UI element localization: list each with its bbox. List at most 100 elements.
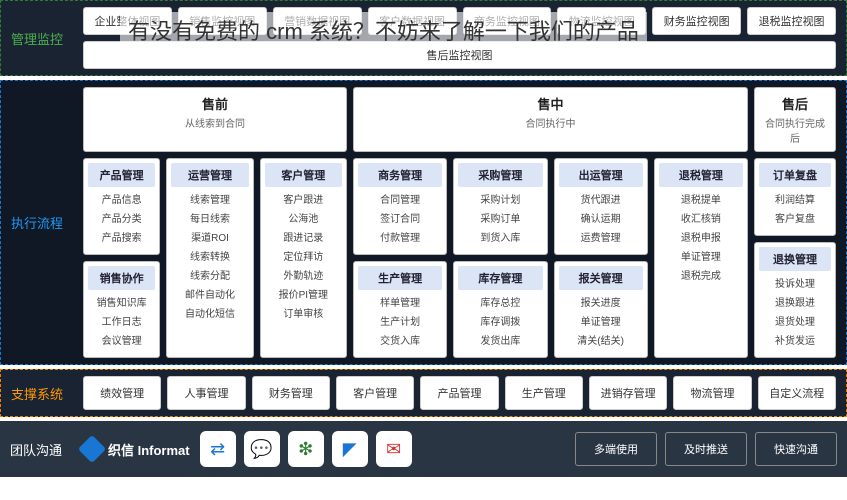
col-g2-2-item-1[interactable]: 采购订单 — [458, 210, 542, 229]
monitoring-pill-6[interactable]: 财务监控视图 — [652, 7, 741, 35]
section-support: 支撑系统 绩效管理人事管理财务管理客户管理产品管理生产管理进销存管理物流管理自定… — [0, 369, 847, 417]
col-g2-0-item-1[interactable]: 签订合同 — [358, 210, 442, 229]
col-g2-0: 商务管理合同管理签订合同付款管理 — [353, 158, 447, 255]
col-customer-item-1[interactable]: 公海池 — [265, 210, 342, 229]
chat-icon[interactable]: 💬 — [244, 431, 280, 467]
brand-logo-icon — [78, 435, 106, 463]
support-pill-6[interactable]: 进销存管理 — [589, 376, 667, 410]
col-g2-4: 出运管理货代跟进确认运期运费管理 — [554, 158, 648, 255]
section-monitoring-label: 管理监控 — [1, 1, 73, 75]
team-button-1[interactable]: 及时推送 — [665, 432, 747, 466]
col-g2-0-item-0[interactable]: 合同管理 — [358, 191, 442, 210]
monitoring-pill-7[interactable]: 退税监控视图 — [747, 7, 836, 35]
col-g2-3-item-0[interactable]: 库存总控 — [458, 294, 542, 313]
col-orderreview: 订单复盘利润结算客户复盘 — [754, 158, 836, 236]
col-operation-item-4[interactable]: 线索分配 — [171, 267, 248, 286]
phase-insale-title: 售中 — [360, 94, 741, 113]
col-taxrefund-item-4[interactable]: 退税完成 — [659, 267, 743, 286]
col-customer-item-6[interactable]: 订单审核 — [265, 305, 342, 324]
col-g2-3-item-2[interactable]: 发货出库 — [458, 332, 542, 351]
col-customer-item-3[interactable]: 定位拜访 — [265, 248, 342, 267]
col-g2-4-item-0[interactable]: 货代跟进 — [559, 191, 643, 210]
col-sales: 销售协作销售知识库工作日志会议管理 — [83, 261, 160, 358]
phase-insale-sub: 合同执行中 — [360, 115, 741, 130]
col-g2-2-item-0[interactable]: 采购计划 — [458, 191, 542, 210]
col-customer-item-5[interactable]: 报价PI管理 — [265, 286, 342, 305]
phase-presale-sub: 从线索到合同 — [90, 115, 340, 130]
col-orderreview-head: 订单复盘 — [759, 163, 831, 187]
col-sales-head: 销售协作 — [88, 266, 155, 290]
col-product: 产品管理产品信息产品分类产品搜索 — [83, 158, 160, 255]
col-g2-2-item-2[interactable]: 到货入库 — [458, 229, 542, 248]
col-return-item-2[interactable]: 退货处理 — [759, 313, 831, 332]
col-return-item-3[interactable]: 补货发运 — [759, 332, 831, 351]
col-product-item-0[interactable]: 产品信息 — [88, 191, 155, 210]
col-g2-1-item-2[interactable]: 交货入库 — [358, 332, 442, 351]
support-pill-3[interactable]: 客户管理 — [336, 376, 414, 410]
col-customer: 客户管理客户跟进公海池跟进记录定位拜访外勤轨迹报价PI管理订单审核 — [260, 158, 347, 358]
col-g2-1-item-1[interactable]: 生产计划 — [358, 313, 442, 332]
col-sales-item-0[interactable]: 销售知识库 — [88, 294, 155, 313]
col-orderreview-item-1[interactable]: 客户复盘 — [759, 210, 831, 229]
col-product-item-1[interactable]: 产品分类 — [88, 210, 155, 229]
col-g2-0-head: 商务管理 — [358, 163, 442, 187]
col-product-head: 产品管理 — [88, 163, 155, 187]
brand-logo: 织信 Informat — [82, 439, 190, 459]
dingtalk-icon[interactable]: ◤ — [332, 431, 368, 467]
col-operation-item-0[interactable]: 线索管理 — [171, 191, 248, 210]
col-operation-item-2[interactable]: 渠道ROI — [171, 229, 248, 248]
col-g2-5-item-2[interactable]: 清关(结关) — [559, 332, 643, 351]
col-operation-item-6[interactable]: 自动化短信 — [171, 305, 248, 324]
col-operation-item-5[interactable]: 邮件自动化 — [171, 286, 248, 305]
col-sales-item-2[interactable]: 会议管理 — [88, 332, 155, 351]
col-return: 退换管理投诉处理退换跟进退货处理补货发运 — [754, 242, 836, 358]
support-pill-7[interactable]: 物流管理 — [673, 376, 751, 410]
col-operation: 运营管理线索管理每日线索渠道ROI线索转换线索分配邮件自动化自动化短信 — [166, 158, 253, 358]
swap-icon[interactable]: ⇄ — [200, 431, 236, 467]
brand-name: 织信 Informat — [108, 440, 190, 459]
col-taxrefund-item-2[interactable]: 退税申报 — [659, 229, 743, 248]
col-taxrefund-item-0[interactable]: 退税提单 — [659, 191, 743, 210]
col-g2-5: 报关管理报关进度单证管理清关(结关) — [554, 261, 648, 358]
col-g2-4-item-1[interactable]: 确认运期 — [559, 210, 643, 229]
team-button-0[interactable]: 多端使用 — [575, 432, 657, 466]
support-pill-8[interactable]: 自定义流程 — [758, 376, 836, 410]
col-taxrefund-item-1[interactable]: 收汇核销 — [659, 210, 743, 229]
col-operation-item-1[interactable]: 每日线索 — [171, 210, 248, 229]
col-g2-3-item-1[interactable]: 库存调拨 — [458, 313, 542, 332]
mail-icon[interactable]: ✉ — [376, 431, 412, 467]
col-g2-4-head: 出运管理 — [559, 163, 643, 187]
wechat-icon[interactable]: ❇ — [288, 431, 324, 467]
col-product-item-2[interactable]: 产品搜索 — [88, 229, 155, 248]
team-button-2[interactable]: 快速沟通 — [755, 432, 837, 466]
support-pill-0[interactable]: 绩效管理 — [83, 376, 161, 410]
support-pill-5[interactable]: 生产管理 — [505, 376, 583, 410]
support-pill-2[interactable]: 财务管理 — [252, 376, 330, 410]
section-team-label: 团队沟通 — [0, 421, 72, 477]
section-support-label: 支撑系统 — [1, 370, 73, 416]
support-pill-1[interactable]: 人事管理 — [167, 376, 245, 410]
col-sales-item-1[interactable]: 工作日志 — [88, 313, 155, 332]
col-customer-item-2[interactable]: 跟进记录 — [265, 229, 342, 248]
col-g2-2: 采购管理采购计划采购订单到货入库 — [453, 158, 547, 255]
col-return-item-0[interactable]: 投诉处理 — [759, 275, 831, 294]
col-g2-0-item-2[interactable]: 付款管理 — [358, 229, 442, 248]
phase-presale-title: 售前 — [90, 94, 340, 113]
phase-aftersale-title: 售后 — [761, 94, 829, 113]
col-customer-item-0[interactable]: 客户跟进 — [265, 191, 342, 210]
col-g2-5-item-1[interactable]: 单证管理 — [559, 313, 643, 332]
col-operation-item-3[interactable]: 线索转换 — [171, 248, 248, 267]
col-operation-head: 运营管理 — [171, 163, 248, 187]
col-orderreview-item-0[interactable]: 利润结算 — [759, 191, 831, 210]
phase-aftersale: 售后 合同执行完成后 — [754, 87, 836, 152]
col-g2-3-head: 库存管理 — [458, 266, 542, 290]
col-g2-5-item-0[interactable]: 报关进度 — [559, 294, 643, 313]
phase-insale: 售中 合同执行中 — [353, 87, 748, 152]
col-g2-1-item-0[interactable]: 样单管理 — [358, 294, 442, 313]
support-pill-4[interactable]: 产品管理 — [420, 376, 498, 410]
col-g2-4-item-2[interactable]: 运费管理 — [559, 229, 643, 248]
col-customer-item-4[interactable]: 外勤轨迹 — [265, 267, 342, 286]
phase-presale: 售前 从线索到合同 — [83, 87, 347, 152]
col-return-item-1[interactable]: 退换跟进 — [759, 294, 831, 313]
col-taxrefund-item-3[interactable]: 单证管理 — [659, 248, 743, 267]
